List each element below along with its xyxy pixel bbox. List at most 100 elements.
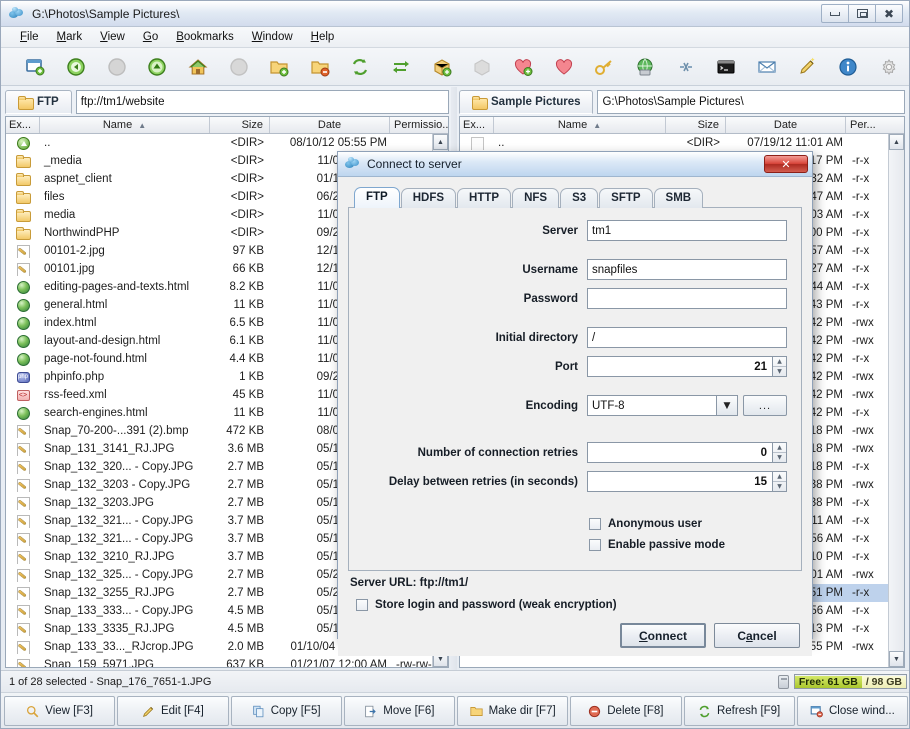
make-dir-button[interactable]: Make dir [F7] — [457, 696, 569, 726]
right-col-ext[interactable]: Ex... — [460, 117, 494, 133]
batch-rename-icon[interactable] — [787, 50, 828, 84]
tab-ftp[interactable]: FTP — [354, 187, 400, 208]
left-col-name[interactable]: Name ▲ — [40, 117, 210, 133]
spinner-up-icon[interactable]: ▲ — [773, 443, 786, 453]
folder-icon — [469, 706, 483, 716]
maximize-button[interactable] — [848, 4, 876, 23]
left-col-perm[interactable]: Permissio... — [390, 117, 448, 133]
menu-file[interactable]: File — [11, 29, 48, 45]
passive-mode-row[interactable]: Enable passive mode — [589, 539, 787, 551]
chevron-down-icon[interactable]: ▼ — [717, 395, 738, 416]
spinner-up-icon[interactable]: ▲ — [773, 357, 786, 367]
right-col-size[interactable]: Size — [666, 117, 726, 133]
menu-help[interactable]: Help — [302, 29, 344, 45]
right-panel-tab[interactable]: Sample Pictures — [459, 90, 594, 114]
menu-window[interactable]: Window — [243, 29, 302, 45]
sync-icon[interactable] — [340, 50, 381, 84]
scroll-up-icon[interactable]: ▲ — [433, 134, 448, 150]
tab-nfs[interactable]: NFS — [512, 188, 560, 208]
preferences-icon[interactable] — [868, 50, 909, 84]
password-input[interactable] — [587, 288, 787, 309]
tab-s3[interactable]: S3 — [560, 188, 599, 208]
terminal-icon[interactable] — [706, 50, 747, 84]
email-icon[interactable] — [747, 50, 788, 84]
close-window-button[interactable]: Close wind... — [796, 696, 908, 726]
anonymous-user-checkbox[interactable] — [589, 518, 601, 530]
username-input[interactable]: snapfiles — [587, 259, 787, 280]
menu-mark[interactable]: Mark — [48, 29, 92, 45]
initial-directory-input[interactable]: / — [587, 327, 787, 348]
tab-hdfs[interactable]: HDFS — [400, 188, 457, 208]
menu-view[interactable]: View — [91, 29, 134, 45]
properties-icon[interactable] — [828, 50, 869, 84]
spinner-down-icon[interactable]: ▼ — [773, 453, 786, 462]
delay-input[interactable]: 15 — [587, 471, 773, 492]
scroll-down-icon[interactable]: ▼ — [889, 651, 904, 667]
right-col-name[interactable]: Name ▲ — [494, 117, 666, 133]
port-input[interactable]: 21 — [587, 356, 773, 377]
credentials-icon[interactable] — [584, 50, 625, 84]
close-button[interactable]: ✖ — [875, 4, 903, 23]
tab-http[interactable]: HTTP — [457, 188, 512, 208]
refresh-button[interactable]: Refresh [F9] — [683, 696, 795, 726]
tab-sftp[interactable]: SFTP — [599, 188, 653, 208]
image-file-icon — [16, 514, 30, 528]
right-vertical-scrollbar[interactable]: ▲ ▼ — [888, 134, 904, 667]
home-icon[interactable] — [178, 50, 219, 84]
minimize-icon — [830, 11, 840, 16]
server-input[interactable]: tm1 — [587, 220, 787, 241]
retries-spinner[interactable]: ▲ ▼ — [773, 442, 787, 463]
left-col-ext[interactable]: Ex... — [6, 117, 40, 133]
delete-button[interactable]: Delete [F8] — [570, 696, 682, 726]
spinner-down-icon[interactable]: ▼ — [773, 482, 786, 491]
port-spinner[interactable]: ▲ ▼ — [773, 356, 787, 377]
right-col-perm[interactable]: Per... — [846, 117, 904, 133]
left-col-date[interactable]: Date — [270, 117, 390, 133]
view-button[interactable]: View [F3] — [4, 696, 116, 726]
pack-icon[interactable] — [421, 50, 462, 84]
right-col-date[interactable]: Date — [726, 117, 846, 133]
store-login-row[interactable]: Store login and password (weak encryptio… — [356, 599, 800, 611]
menu-bookmarks[interactable]: Bookmarks — [167, 29, 243, 45]
row-name-cell: page-not-found.html — [44, 353, 147, 365]
row-name-cell: Snap_132_3255_RJ.JPG — [44, 587, 175, 599]
table-row[interactable]: .. <DIR> 08/10/12 05:55 PM — [6, 134, 448, 152]
left-col-size[interactable]: Size — [210, 117, 270, 133]
row-size-cell: 2.7 MB — [227, 587, 264, 599]
table-row[interactable]: Snap_159_5971.JPG 637 KB 01/21/07 12:00 AM… — [6, 656, 448, 667]
bookmarks-icon[interactable] — [543, 50, 584, 84]
minimize-button[interactable] — [821, 4, 849, 23]
delete-folder-icon[interactable] — [299, 50, 340, 84]
new-tab-icon[interactable] — [15, 50, 56, 84]
move-button[interactable]: Move [F6] — [343, 696, 455, 726]
tab-smb[interactable]: SMB — [653, 188, 704, 208]
right-path-field[interactable]: G:\Photos\Sample Pictures\ — [597, 90, 905, 114]
add-bookmark-icon[interactable] — [503, 50, 544, 84]
back-icon[interactable] — [56, 50, 97, 84]
dialog-close-button[interactable]: ✕ — [764, 155, 808, 173]
left-path-field[interactable]: ftp://tm1/website — [75, 90, 449, 114]
swap-panels-icon[interactable] — [381, 50, 422, 84]
table-row[interactable]: .. <DIR> 07/19/12 11:01 AM — [460, 134, 904, 152]
up-icon[interactable] — [137, 50, 178, 84]
connect-server-icon[interactable] — [625, 50, 666, 84]
passive-mode-checkbox[interactable] — [589, 539, 601, 551]
edit-button[interactable]: Edit [F4] — [117, 696, 229, 726]
scroll-up-icon[interactable]: ▲ — [889, 134, 904, 150]
spinner-down-icon[interactable]: ▼ — [773, 367, 786, 376]
disconnect-icon[interactable] — [665, 50, 706, 84]
encoding-browse-button[interactable]: ... — [743, 395, 787, 416]
store-login-checkbox[interactable] — [356, 599, 368, 611]
spinner-up-icon[interactable]: ▲ — [773, 472, 786, 482]
encoding-select[interactable]: UTF-8 ▼ — [587, 395, 738, 416]
connect-button[interactable]: Connect — [620, 623, 706, 648]
delay-spinner[interactable]: ▲ ▼ — [773, 471, 787, 492]
anonymous-user-row[interactable]: Anonymous user — [589, 518, 787, 530]
menu-go[interactable]: Go — [134, 29, 167, 45]
cancel-button[interactable]: Cancel — [714, 623, 800, 648]
row-name-cell: NorthwindPHP — [44, 227, 120, 239]
retries-input[interactable]: 0 — [587, 442, 773, 463]
copy-button[interactable]: Copy [F5] — [230, 696, 342, 726]
left-panel-tab[interactable]: FTP — [5, 90, 72, 114]
new-folder-icon[interactable] — [259, 50, 300, 84]
